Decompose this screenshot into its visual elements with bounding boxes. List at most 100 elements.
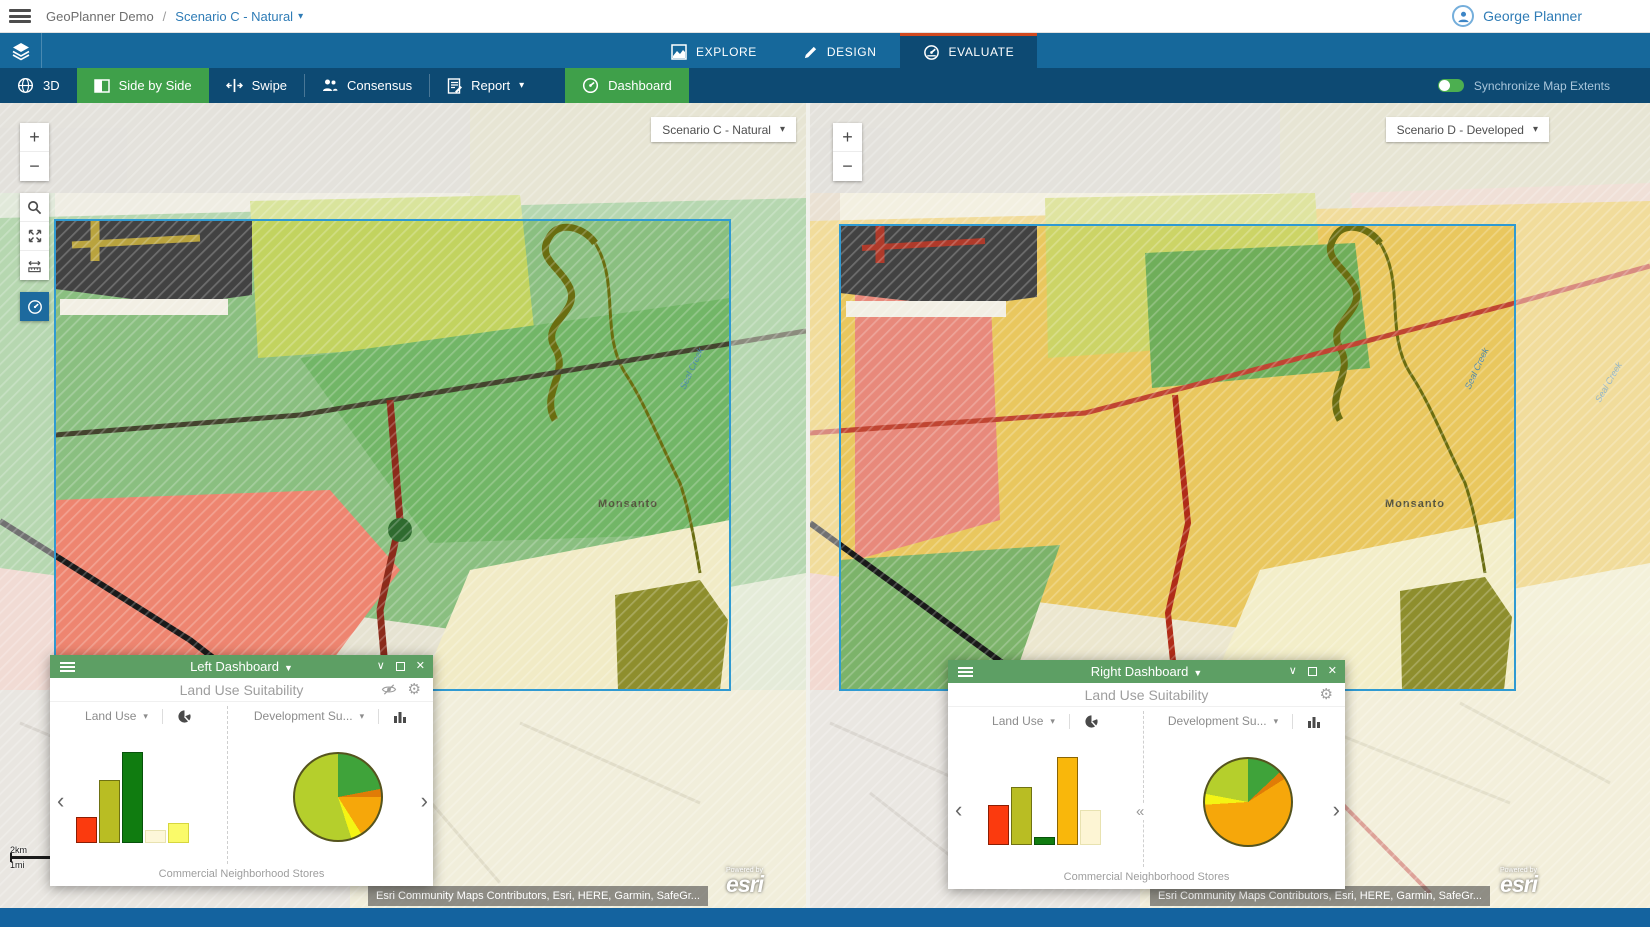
- land-use-selector[interactable]: Land Use: [992, 714, 1043, 728]
- tab-evaluate[interactable]: EVALUATE: [900, 33, 1038, 68]
- dashboard-gauge-icon: [582, 77, 599, 94]
- sync-extents-toggle[interactable]: [1438, 79, 1464, 92]
- left-map[interactable]: Monsanto Seal Creek + −: [0, 103, 806, 908]
- right-land-use-section: Land Use ▾: [948, 707, 1143, 871]
- right-zoom-control: + −: [833, 123, 862, 181]
- chevron-down-icon[interactable]: ▾: [1274, 716, 1279, 727]
- zoom-in-button[interactable]: +: [20, 123, 49, 152]
- right-panel-titlebar[interactable]: Right Dashboard▼ ∨ ✕: [948, 660, 1345, 683]
- panel-collapse-icon[interactable]: ∨: [377, 661, 385, 672]
- zoom-out-button[interactable]: −: [833, 152, 862, 181]
- tab-explore[interactable]: EXPLORE: [648, 33, 780, 68]
- full-extent-button[interactable]: [20, 222, 49, 251]
- left-widget-title: Land Use Suitability: [50, 682, 433, 698]
- development-selector[interactable]: Development Su...: [1168, 714, 1267, 728]
- evaluate-toolbar: 3D Side by Side Swipe Consensus Report ▾…: [0, 68, 1650, 103]
- carousel-next-icon[interactable]: ›: [1333, 799, 1340, 821]
- left-development-section: Development Su... ▾: [228, 702, 433, 868]
- panel-collapse-icon[interactable]: ∨: [1289, 666, 1297, 677]
- pie-chart-type-icon[interactable]: [1084, 714, 1099, 729]
- chevron-down-icon: ▾: [1533, 124, 1538, 135]
- chevron-down-icon[interactable]: ▾: [143, 711, 148, 722]
- gear-icon[interactable]: ⚙: [1320, 685, 1333, 703]
- zoom-out-button[interactable]: −: [20, 152, 49, 181]
- bar-chart-type-icon[interactable]: [1307, 715, 1321, 728]
- mode-tabs: EXPLORE DESIGN EVALUATE: [648, 33, 1037, 68]
- layers-icon: [11, 41, 31, 61]
- chevron-down-icon: ▾: [780, 124, 785, 135]
- carousel-prev-icon[interactable]: ‹: [57, 790, 64, 812]
- maps-container: Monsanto Seal Creek + −: [0, 103, 1650, 908]
- left-land-use-section: Land Use ▾: [50, 702, 227, 868]
- scalebar-km-label: 2km: [10, 845, 27, 855]
- measure-button[interactable]: [20, 251, 49, 280]
- globe-icon: [17, 77, 34, 94]
- sync-extents-control: Synchronize Map Extents: [1438, 68, 1610, 103]
- tab-design-label: DESIGN: [827, 45, 877, 59]
- right-scenario-selector[interactable]: Scenario D - Developed ▾: [1386, 117, 1549, 142]
- bottom-footer-bar: [0, 908, 1650, 927]
- layers-button[interactable]: [0, 33, 42, 68]
- breadcrumb-caret-icon[interactable]: ▾: [298, 11, 303, 22]
- user-menu[interactable]: George Planner: [1452, 5, 1582, 27]
- land-use-selector[interactable]: Land Use: [85, 709, 136, 723]
- geoplanner-app: GeoPlanner Demo / Scenario C - Natural ▾…: [0, 0, 1650, 927]
- right-map[interactable]: Monsanto Seal Creek Seal Creek + − Scena…: [810, 103, 1650, 908]
- right-development-section: Development Su... ▾: [1144, 707, 1345, 871]
- report-icon: [447, 78, 462, 94]
- right-map-attribution: Esri Community Maps Contributors, Esri, …: [1150, 886, 1490, 906]
- dashboard-button[interactable]: Dashboard: [565, 68, 689, 103]
- left-panel-title[interactable]: Left Dashboard▼: [50, 659, 433, 674]
- left-panel-body: ‹ Land Use ▾ Development Su...: [50, 702, 433, 868]
- breadcrumb-app-title: GeoPlanner Demo: [46, 9, 154, 24]
- visibility-eye-icon[interactable]: [381, 682, 397, 702]
- side-by-side-button[interactable]: Side by Side: [77, 68, 209, 103]
- left-dashboard-tool: [20, 292, 49, 321]
- left-chart-caption: Commercial Neighborhood Stores: [50, 868, 433, 886]
- side-by-side-icon: [94, 79, 110, 93]
- carousel-prev-icon[interactable]: ‹: [955, 799, 962, 821]
- panel-close-icon[interactable]: ✕: [416, 661, 425, 672]
- consensus-button[interactable]: Consensus: [305, 68, 429, 103]
- right-esri-logo: Powered by esri: [1500, 867, 1537, 897]
- breadcrumb-scenario-link[interactable]: Scenario C - Natural: [175, 9, 293, 24]
- right-land-use-bar-chart[interactable]: [988, 750, 1101, 845]
- user-name: George Planner: [1483, 8, 1582, 24]
- bar-chart-type-icon[interactable]: [393, 710, 407, 723]
- search-button[interactable]: [20, 193, 49, 222]
- development-selector[interactable]: Development Su...: [254, 709, 353, 723]
- left-scenario-selector[interactable]: Scenario C - Natural ▾: [651, 117, 796, 142]
- 3d-button[interactable]: 3D: [0, 68, 77, 103]
- chevron-down-icon[interactable]: ▾: [360, 711, 365, 722]
- menu-hamburger-icon[interactable]: [9, 9, 31, 23]
- sync-extents-label: Synchronize Map Extents: [1474, 79, 1610, 93]
- left-land-use-bar-chart[interactable]: [76, 748, 189, 843]
- left-scenario-value: Scenario C - Natural: [662, 123, 771, 137]
- left-panel-titlebar[interactable]: Left Dashboard▼ ∨ ✕: [50, 655, 433, 678]
- left-zoom-control: + −: [20, 123, 49, 181]
- chevron-down-icon[interactable]: ▾: [1050, 716, 1055, 727]
- gear-icon[interactable]: ⚙: [408, 680, 421, 698]
- panel-close-icon[interactable]: ✕: [1328, 666, 1337, 677]
- swipe-label: Swipe: [252, 78, 287, 93]
- panel-maximize-icon[interactable]: [1308, 667, 1317, 676]
- scalebar-mi-label: 1mi: [10, 860, 25, 870]
- right-widget-header: Land Use Suitability ⚙: [948, 683, 1345, 707]
- report-button[interactable]: Report ▾: [430, 68, 541, 103]
- right-panel-title[interactable]: Right Dashboard▼: [948, 664, 1345, 679]
- left-development-pie-chart[interactable]: [293, 752, 383, 842]
- right-development-pie-chart[interactable]: [1203, 757, 1293, 847]
- map-dashboard-button[interactable]: [20, 292, 49, 321]
- pie-chart-type-icon[interactable]: [177, 709, 192, 724]
- swipe-button[interactable]: Swipe: [209, 68, 304, 103]
- breadcrumb: GeoPlanner Demo / Scenario C - Natural ▾: [46, 9, 303, 24]
- panel-maximize-icon[interactable]: [396, 662, 405, 671]
- user-avatar-icon: [1452, 5, 1474, 27]
- carousel-next-icon[interactable]: ›: [421, 790, 428, 812]
- report-label: Report: [471, 78, 510, 93]
- zoom-in-button[interactable]: +: [833, 123, 862, 152]
- tab-design[interactable]: DESIGN: [780, 33, 900, 68]
- right-widget-title: Land Use Suitability: [948, 687, 1345, 703]
- report-caret-icon: ▾: [519, 80, 524, 91]
- caret-down-icon: ▼: [1193, 668, 1202, 678]
